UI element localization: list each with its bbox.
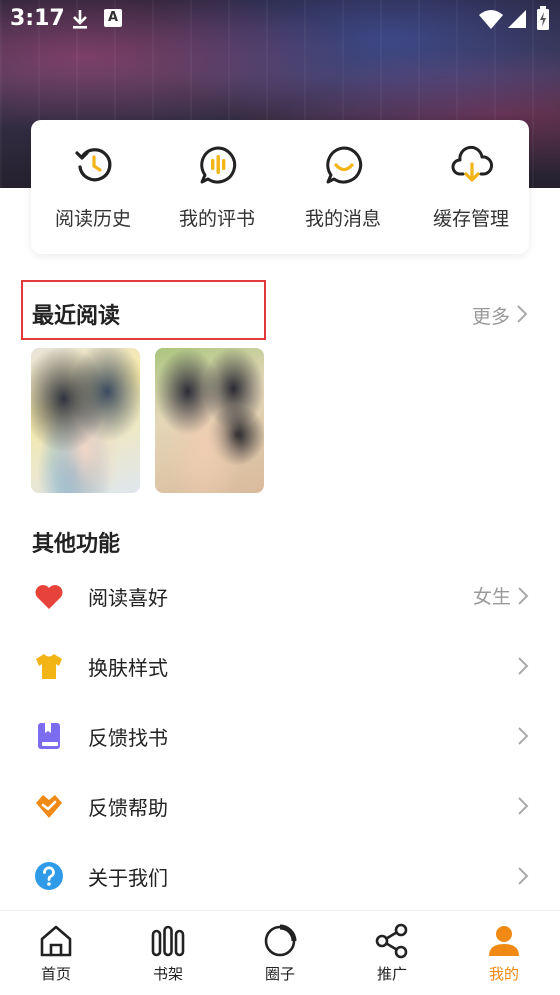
question-icon [35,862,63,890]
nav-tab-label: 推广 [376,965,407,983]
wifi-icon [479,10,503,29]
handshake-icon [36,795,62,818]
home-icon [40,925,72,957]
menu-item-label: 关于我们 [88,866,168,890]
quick-action-label: 缓存管理 [432,208,509,230]
chevron-right-icon [518,657,529,675]
battery-charging-icon [537,6,549,30]
nav-tab-label: 圈子 [264,965,295,983]
chevron-right-icon [518,587,529,605]
bottom-navigation: 首页 书架 圈子 推广 我的 [0,910,560,995]
shirt-icon [36,654,62,679]
nav-tab-label: 首页 [40,965,71,983]
nav-tab-label: 我的 [488,965,519,983]
menu-item-reading-preference[interactable]: 阅读喜好 女生 [0,566,560,626]
menu-item-value: 女生 [473,586,512,608]
nav-tab-home[interactable]: 首页 [0,911,112,995]
menu-item-label: 阅读喜好 [88,586,168,610]
recent-book-cover[interactable] [31,348,140,493]
download-icon [73,10,87,29]
quick-action-my-messages[interactable]: 我的消息 [281,120,405,254]
menu-item-label: 反馈找书 [88,726,168,750]
history-icon [75,148,112,182]
accessibility-badge: A [104,9,122,27]
nav-tab-mine[interactable]: 我的 [448,911,560,995]
cloud-download-icon [451,145,493,182]
chevron-right-icon [518,727,529,745]
quick-action-my-comments[interactable]: 我的评书 [155,120,279,254]
book-icon [38,723,60,749]
heart-icon [35,585,63,609]
nav-tab-bookshelf[interactable]: 书架 [112,911,224,995]
message-icon [326,146,363,184]
more-link[interactable]: 更多 [472,302,510,329]
chevron-right-icon[interactable] [516,304,528,324]
menu-item-feedback-help[interactable]: 反馈帮助 [0,776,560,836]
chevron-right-icon [518,867,529,885]
status-bar: 3:17 A [0,0,560,38]
nav-tab-label: 书架 [152,965,183,983]
menu-item-label: 换肤样式 [88,656,168,680]
recent-reading-title: 最近阅读 [32,303,121,329]
nav-tab-promote[interactable]: 推广 [336,911,448,995]
nav-tab-circle[interactable]: 圈子 [224,911,336,995]
recent-book-cover[interactable] [155,348,264,493]
quick-action-label: 我的评书 [178,208,255,230]
chevron-right-icon [518,797,529,815]
share-icon [375,923,408,959]
quick-action-cache-management[interactable]: 缓存管理 [409,120,533,254]
bookshelf-icon [151,925,185,957]
menu-item-label: 反馈帮助 [88,796,168,820]
quick-action-label: 阅读历史 [54,208,131,230]
menu-item-skin-style[interactable]: 换肤样式 [0,636,560,696]
quick-action-reading-history[interactable]: 阅读历史 [31,120,155,254]
menu-item-about-us[interactable]: 关于我们 [0,846,560,906]
circle-icon [264,924,297,957]
comment-icon [200,146,237,184]
profile-icon [489,926,519,956]
quick-actions-card: 阅读历史 我的评书 我的消息 缓存管理 [31,120,529,254]
status-time: 3:17 [10,6,65,31]
signal-icon [508,10,526,28]
other-functions-title: 其他功能 [32,531,121,557]
menu-item-feedback-find-book[interactable]: 反馈找书 [0,706,560,766]
quick-action-label: 我的消息 [304,208,381,230]
